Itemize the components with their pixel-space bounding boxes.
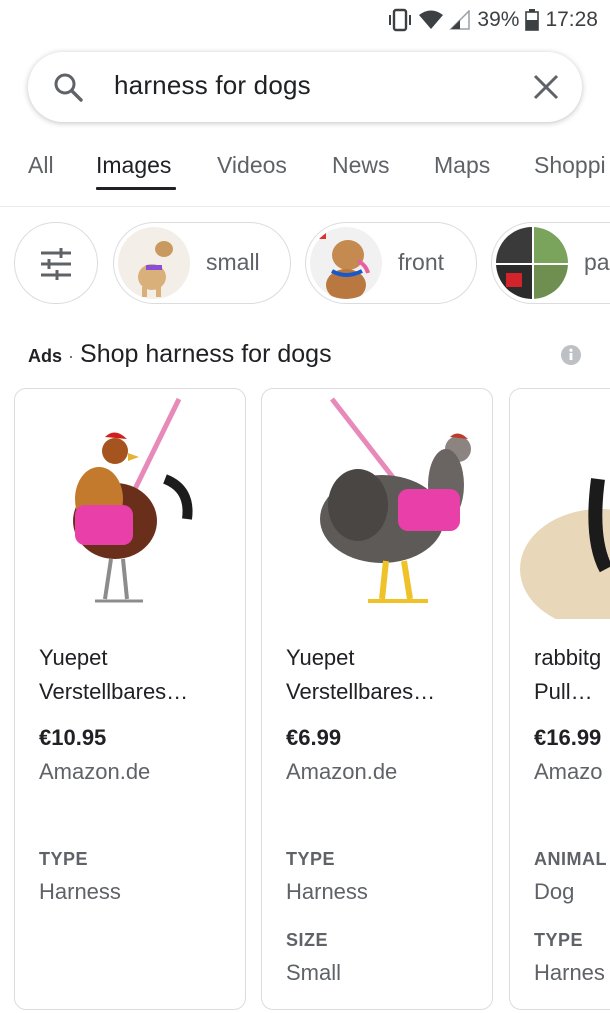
attribute-label: TYPE <box>39 849 89 869</box>
product-store: Amazo <box>534 759 603 784</box>
ads-label: Ads <box>28 346 63 366</box>
battery-percent: 39% <box>477 8 520 31</box>
product-name-line2: Verstellbares… <box>286 679 436 704</box>
wifi-icon <box>419 10 444 30</box>
search-bar[interactable]: harness for dogs <box>28 52 582 122</box>
chip-label: small <box>206 249 260 275</box>
product-image <box>15 389 245 619</box>
attribute-label: ANIMAL <box>534 849 607 869</box>
tab-images[interactable]: Images <box>96 152 171 179</box>
product-image <box>510 389 610 629</box>
attribute-value: Dog <box>534 879 575 904</box>
attribute-value: Harness <box>39 879 121 904</box>
product-name: rabbitg Pull… <box>534 641 610 709</box>
chip-small[interactable]: small <box>113 222 291 304</box>
tab-shopping[interactable]: Shoppi <box>534 152 606 179</box>
chip-pa[interactable]: pa <box>491 222 610 304</box>
tune-icon <box>39 248 73 285</box>
tab-maps[interactable]: Maps <box>434 152 490 179</box>
product-name-line1: Yuepet <box>286 645 355 670</box>
product-image <box>262 389 492 619</box>
ads-title: Shop harness for dogs <box>80 340 332 368</box>
active-tab-indicator <box>96 187 176 190</box>
product-name-line1: Yuepet <box>39 645 108 670</box>
attribute-label: TYPE <box>286 849 336 869</box>
chip-thumbnail <box>496 227 568 299</box>
product-name: Yuepet Verstellbares… <box>39 641 229 709</box>
status-icons: 39% 17:28 <box>387 8 598 32</box>
attribute-value: Harness <box>286 879 368 904</box>
separator: · <box>68 346 75 366</box>
product-name-line2: Verstellbares… <box>39 679 189 704</box>
tab-news[interactable]: News <box>332 152 390 179</box>
chip-thumbnail <box>310 227 382 299</box>
battery-icon <box>525 9 540 31</box>
attribute-label: SIZE <box>286 930 329 950</box>
filter-settings-button[interactable] <box>14 222 98 304</box>
vibrate-icon <box>387 8 413 32</box>
product-price: €10.95 <box>39 725 107 750</box>
search-icon[interactable] <box>52 71 84 108</box>
ads-header: Ads · Shop harness for dogs <box>28 340 588 374</box>
close-icon[interactable] <box>532 73 560 106</box>
search-input[interactable]: harness for dogs <box>114 70 311 101</box>
product-price: €16.99 <box>534 725 602 750</box>
chip-thumbnail <box>118 227 190 299</box>
product-card[interactable]: Yuepet Verstellbares… €6.99 Amazon.de TY… <box>261 388 493 1010</box>
chip-label: front <box>398 249 445 275</box>
filter-chips: small front pa <box>0 222 610 308</box>
product-name: Yuepet Verstellbares… <box>286 641 476 709</box>
tab-all[interactable]: All <box>28 152 54 179</box>
attribute-value: Small <box>286 960 342 985</box>
clock: 17:28 <box>545 8 598 31</box>
product-store: Amazon.de <box>39 759 151 784</box>
attribute-label: TYPE <box>534 930 584 950</box>
product-store: Amazon.de <box>286 759 398 784</box>
chip-front[interactable]: front <box>305 222 477 304</box>
tab-videos[interactable]: Videos <box>217 152 287 179</box>
product-card[interactable]: Yuepet Verstellbares… €10.95 Amazon.de T… <box>14 388 246 1010</box>
status-bar: 39% 17:28 <box>0 0 610 42</box>
product-carousel: Yuepet Verstellbares… €10.95 Amazon.de T… <box>0 388 610 1013</box>
signal-icon <box>449 10 471 30</box>
product-price: €6.99 <box>286 725 342 750</box>
search-tabs: All Images Videos News Maps Shoppi <box>0 140 610 207</box>
attribute-value: Harnes <box>534 960 605 985</box>
product-card[interactable]: rabbitg Pull… €16.99 Amazo ANIMAL Dog TY… <box>509 388 610 1010</box>
product-name-line1: rabbitg <box>534 645 602 670</box>
chip-label: pa <box>584 249 610 275</box>
info-icon[interactable] <box>560 344 582 371</box>
product-name-line2: Pull… <box>534 679 593 704</box>
